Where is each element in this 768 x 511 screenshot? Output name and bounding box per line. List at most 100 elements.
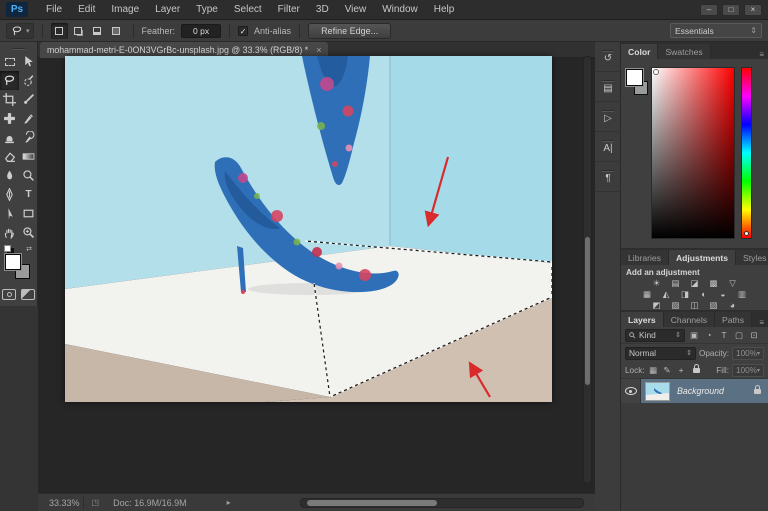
move-tool[interactable] [19,52,38,71]
foreground-color-swatch[interactable] [4,253,22,271]
menu-item-3d[interactable]: 3D [308,0,337,20]
image-canvas[interactable] [65,56,553,402]
vertical-scrollbar-thumb[interactable] [585,237,590,385]
paragraph-panel-button[interactable]: ¶ [595,162,621,192]
opacity-field[interactable]: 100% ▾ [732,346,764,360]
default-colors-icon[interactable] [4,245,11,252]
fill-field[interactable]: 100% ▾ [732,363,764,377]
color-picker-marker[interactable] [653,69,659,75]
screen-mode-button[interactable] [20,289,35,300]
character-panel-button[interactable]: A| [595,132,621,162]
intersect-selection-button[interactable] [108,23,125,39]
blend-mode-dropdown[interactable]: Normal ⇕ [625,346,696,360]
menu-item-filter[interactable]: Filter [270,0,308,20]
rectangular-marquee-tool[interactable] [0,52,19,71]
antialias-checkbox[interactable]: ✓ [238,25,249,36]
menu-item-help[interactable]: Help [426,0,463,20]
crop-tool[interactable] [0,90,19,109]
photo-filter-icon[interactable]: ◐ [696,289,712,299]
layer-row-background[interactable]: Background [621,379,768,403]
panel-menu-icon[interactable]: ≡ [759,50,768,59]
filter-type-layers-icon[interactable]: T [718,330,730,340]
filter-smart-object-icon[interactable]: ⊡ [748,330,760,341]
lock-image-pixels-icon[interactable]: ✎ [662,365,673,376]
black-white-icon[interactable]: ◨ [677,289,693,299]
menu-item-window[interactable]: Window [374,0,426,20]
lock-all-icon[interactable] [692,363,700,373]
path-selection-tool[interactable] [0,204,19,223]
tab-styles[interactable]: Styles [736,250,768,265]
invert-icon[interactable]: ◩ [649,300,665,310]
refine-edge-button[interactable]: Refine Edge... [308,22,392,39]
brightness-contrast-icon[interactable]: ☀ [649,278,665,288]
type-tool[interactable]: T [19,185,38,204]
threshold-icon[interactable]: ◫ [687,300,703,310]
clone-stamp-tool[interactable] [0,128,19,147]
hand-tool[interactable] [0,223,19,242]
gradient-tool[interactable] [19,147,38,166]
vertical-scrollbar[interactable] [583,56,592,484]
hue-slider-marker[interactable] [744,231,749,236]
quick-selection-tool[interactable] [19,71,38,90]
properties-panel-button[interactable]: ▤ [595,72,621,102]
tab-color[interactable]: Color [621,44,659,59]
foreground-color-swatch[interactable] [625,68,644,87]
tab-paths[interactable]: Paths [715,312,753,327]
pen-tool[interactable] [0,185,19,204]
add-to-selection-button[interactable] [70,23,87,39]
layer-thumbnail[interactable] [645,381,670,401]
tab-libraries[interactable]: Libraries [621,250,669,265]
tab-adjustments[interactable]: Adjustments [668,250,737,265]
tab-channels[interactable]: Channels [663,312,716,327]
active-tool-preview[interactable]: ▾ [6,22,34,39]
channel-mixer-icon[interactable]: ◒ [715,289,731,299]
history-panel-button[interactable]: ↺ [595,42,621,72]
quick-mask-button[interactable] [2,289,17,300]
tab-swatches[interactable]: Swatches [658,44,711,59]
lock-position-icon[interactable]: + [676,365,687,375]
panel-menu-icon[interactable]: ≡ [759,318,768,327]
layer-filter-dropdown[interactable]: Kind ⇕ [625,328,685,342]
subtract-from-selection-button[interactable] [89,23,106,39]
exposure-icon[interactable]: ▩ [706,278,722,288]
new-selection-button[interactable] [50,22,68,39]
shape-tool[interactable] [19,204,38,223]
close-button[interactable]: × [744,3,762,16]
menu-item-image[interactable]: Image [103,0,147,20]
gradient-map-icon[interactable]: ▧ [706,300,722,310]
layer-visibility-cell[interactable] [621,379,641,403]
history-brush-tool[interactable] [19,128,38,147]
swap-colors-icon[interactable]: ⇄ [26,245,32,253]
posterize-icon[interactable]: ▨ [668,300,684,310]
menu-item-edit[interactable]: Edit [70,0,103,20]
workspace-switcher[interactable]: Essentials ⇕ [670,23,762,38]
hue-slider[interactable] [741,67,752,239]
status-options-arrow[interactable]: ▸ [227,498,231,507]
curves-icon[interactable]: ◪ [687,278,703,288]
actions-panel-button[interactable]: ▷ [595,102,621,132]
brush-tool[interactable] [19,109,38,128]
zoom-level-field[interactable]: 33.33% [46,496,84,509]
healing-brush-tool[interactable] [0,109,19,128]
eyedropper-tool[interactable] [19,90,38,109]
filter-adjustment-layers-icon[interactable]: ◔ [703,330,715,340]
lasso-tool[interactable] [0,71,19,90]
horizontal-scrollbar-thumb[interactable] [307,500,437,506]
menu-item-select[interactable]: Select [226,0,270,20]
tab-layers[interactable]: Layers [621,312,664,327]
minimize-button[interactable]: – [700,3,718,16]
filter-pixel-layers-icon[interactable]: ▣ [688,330,700,341]
share-icon[interactable]: ◳ [92,498,100,507]
filter-shape-layers-icon[interactable]: ▢ [733,330,745,341]
hue-saturation-icon[interactable]: ▦ [639,289,655,299]
lock-transparent-pixels-icon[interactable]: ▦ [648,365,659,376]
maximize-button[interactable]: □ [722,3,740,16]
dodge-tool[interactable] [19,166,38,185]
color-balance-icon[interactable]: ◭ [658,289,674,299]
menu-item-file[interactable]: File [38,0,70,20]
menu-item-view[interactable]: View [337,0,375,20]
vibrance-icon[interactable]: ▽ [725,278,741,288]
menu-item-layer[interactable]: Layer [147,0,188,20]
horizontal-scrollbar[interactable] [300,498,584,508]
eraser-tool[interactable] [0,147,19,166]
